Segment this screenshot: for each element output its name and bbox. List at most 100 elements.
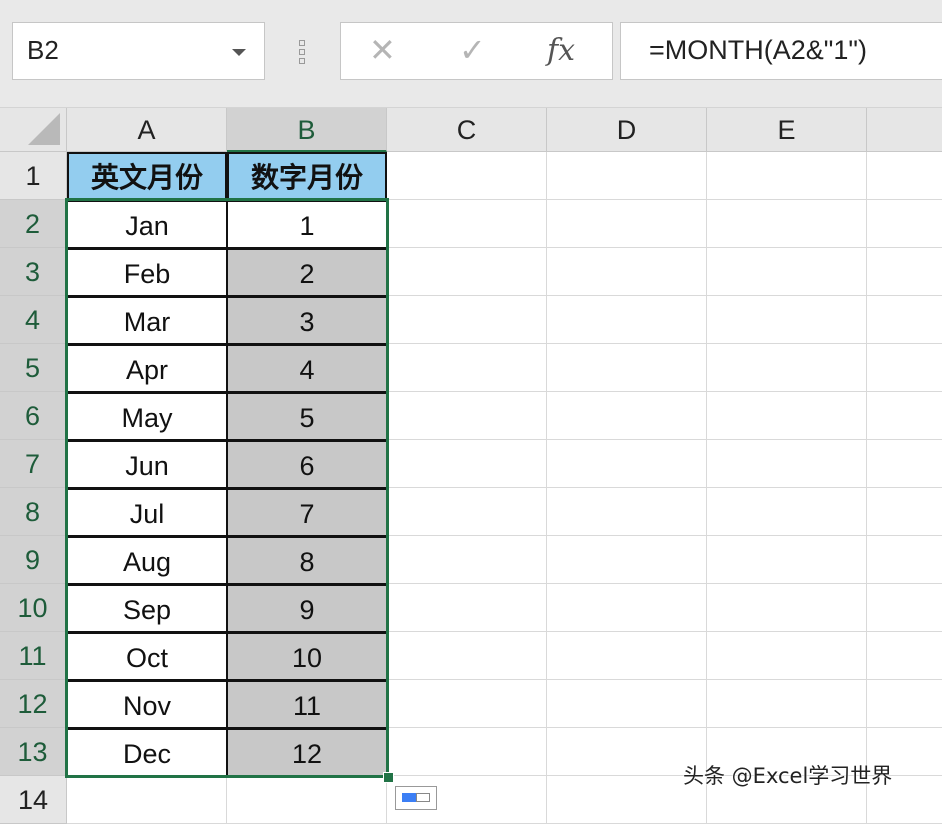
cell-e6[interactable] <box>707 392 867 440</box>
cell-e9[interactable] <box>707 536 867 584</box>
cell-e8[interactable] <box>707 488 867 536</box>
row-header-5[interactable]: 5 <box>0 344 67 392</box>
row-header-4[interactable]: 4 <box>0 296 67 344</box>
cell-d4[interactable] <box>547 296 707 344</box>
cell-c6[interactable] <box>387 392 547 440</box>
cell-e1[interactable] <box>707 152 867 200</box>
column-header-a[interactable]: A <box>67 108 227 152</box>
cell-f11[interactable] <box>867 632 942 680</box>
row-header-7[interactable]: 7 <box>0 440 67 488</box>
cell-e12[interactable] <box>707 680 867 728</box>
cell-f5[interactable] <box>867 344 942 392</box>
cell-d7[interactable] <box>547 440 707 488</box>
cell-c12[interactable] <box>387 680 547 728</box>
cell-f1[interactable] <box>867 152 942 200</box>
cell-a9[interactable]: Aug <box>67 536 227 584</box>
cell-e10[interactable] <box>707 584 867 632</box>
cell-d8[interactable] <box>547 488 707 536</box>
row-header-13[interactable]: 13 <box>0 728 67 776</box>
cell-e7[interactable] <box>707 440 867 488</box>
cell-e11[interactable] <box>707 632 867 680</box>
cell-c9[interactable] <box>387 536 547 584</box>
cell-d9[interactable] <box>547 536 707 584</box>
cell-b13[interactable]: 12 <box>227 728 387 776</box>
cell-b7[interactable]: 6 <box>227 440 387 488</box>
enter-icon[interactable]: ✓ <box>459 31 486 69</box>
formula-input[interactable]: =MONTH(A2&"1") <box>620 22 942 80</box>
cell-e5[interactable] <box>707 344 867 392</box>
cell-c2[interactable] <box>387 200 547 248</box>
cell-d12[interactable] <box>547 680 707 728</box>
cell-a14[interactable] <box>67 776 227 824</box>
column-header-d[interactable]: D <box>547 108 707 152</box>
cell-d11[interactable] <box>547 632 707 680</box>
cell-b5[interactable]: 4 <box>227 344 387 392</box>
cell-e4[interactable] <box>707 296 867 344</box>
row-header-1[interactable]: 1 <box>0 152 67 200</box>
cell-a12[interactable]: Nov <box>67 680 227 728</box>
cell-d1[interactable] <box>547 152 707 200</box>
row-header-10[interactable]: 10 <box>0 584 67 632</box>
cell-b4[interactable]: 3 <box>227 296 387 344</box>
cell-b3[interactable]: 2 <box>227 248 387 296</box>
cell-f3[interactable] <box>867 248 942 296</box>
row-header-2[interactable]: 2 <box>0 200 67 248</box>
cell-a8[interactable]: Jul <box>67 488 227 536</box>
cell-f8[interactable] <box>867 488 942 536</box>
cell-a10[interactable]: Sep <box>67 584 227 632</box>
cell-e3[interactable] <box>707 248 867 296</box>
column-header-c[interactable]: C <box>387 108 547 152</box>
cell-c3[interactable] <box>387 248 547 296</box>
cell-b6[interactable]: 5 <box>227 392 387 440</box>
cell-c5[interactable] <box>387 344 547 392</box>
cell-d10[interactable] <box>547 584 707 632</box>
cell-b12[interactable]: 11 <box>227 680 387 728</box>
cell-d5[interactable] <box>547 344 707 392</box>
quick-analysis-button[interactable] <box>395 786 437 810</box>
cell-a2[interactable]: Jan <box>67 200 227 248</box>
cell-b2[interactable]: 1 <box>227 200 387 248</box>
cancel-icon[interactable]: ✕ <box>369 31 396 69</box>
cell-a7[interactable]: Jun <box>67 440 227 488</box>
name-box[interactable]: B2 <box>12 22 265 80</box>
cell-f9[interactable] <box>867 536 942 584</box>
cell-d6[interactable] <box>547 392 707 440</box>
cell-c10[interactable] <box>387 584 547 632</box>
cell-a13[interactable]: Dec <box>67 728 227 776</box>
cell-c11[interactable] <box>387 632 547 680</box>
cell-c4[interactable] <box>387 296 547 344</box>
cell-f2[interactable] <box>867 200 942 248</box>
row-header-14[interactable]: 14 <box>0 776 67 824</box>
cell-a4[interactable]: Mar <box>67 296 227 344</box>
row-header-6[interactable]: 6 <box>0 392 67 440</box>
cell-c13[interactable] <box>387 728 547 776</box>
cell-f4[interactable] <box>867 296 942 344</box>
cell-d3[interactable] <box>547 248 707 296</box>
cell-c1[interactable] <box>387 152 547 200</box>
cell-f10[interactable] <box>867 584 942 632</box>
header-cell-english-month[interactable]: 英文月份 <box>67 152 227 200</box>
insert-function-icon[interactable]: fx <box>547 33 575 68</box>
cell-f12[interactable] <box>867 680 942 728</box>
cell-a11[interactable]: Oct <box>67 632 227 680</box>
column-header-e[interactable]: E <box>707 108 867 152</box>
cell-f7[interactable] <box>867 440 942 488</box>
cell-a3[interactable]: Feb <box>67 248 227 296</box>
row-header-11[interactable]: 11 <box>0 632 67 680</box>
cell-a6[interactable]: May <box>67 392 227 440</box>
cell-f6[interactable] <box>867 392 942 440</box>
cell-b14[interactable] <box>227 776 387 824</box>
row-header-9[interactable]: 9 <box>0 536 67 584</box>
cell-c8[interactable] <box>387 488 547 536</box>
cell-e2[interactable] <box>707 200 867 248</box>
cell-a5[interactable]: Apr <box>67 344 227 392</box>
cell-b11[interactable]: 10 <box>227 632 387 680</box>
select-all-button[interactable] <box>0 108 67 152</box>
row-header-12[interactable]: 12 <box>0 680 67 728</box>
chevron-down-icon[interactable] <box>232 49 246 56</box>
fill-handle[interactable] <box>383 772 394 783</box>
row-header-8[interactable]: 8 <box>0 488 67 536</box>
cell-b8[interactable]: 7 <box>227 488 387 536</box>
resize-grip-icon[interactable] <box>299 40 305 64</box>
column-header-b[interactable]: B <box>227 108 387 152</box>
